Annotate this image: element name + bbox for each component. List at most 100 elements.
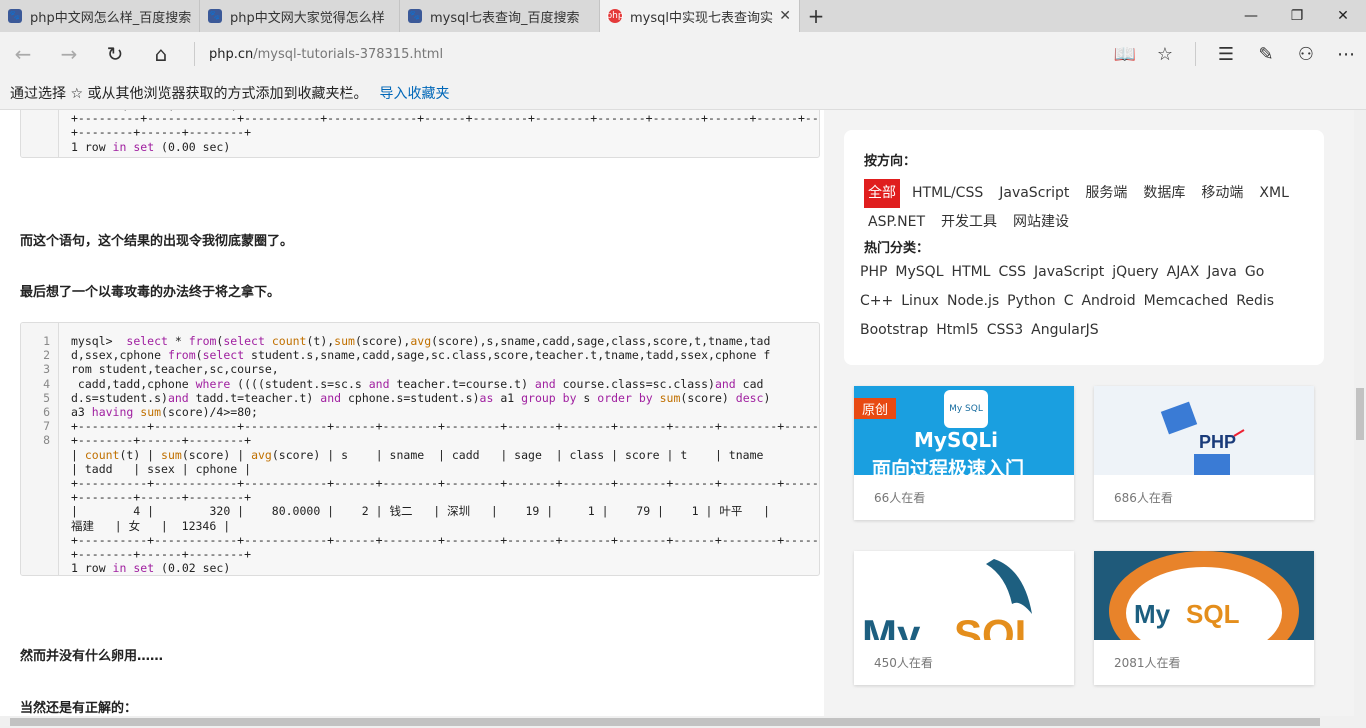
direction-tag[interactable]: HTML/CSS: [908, 179, 987, 208]
tab-title: php中文网怎么样_百度搜索: [30, 10, 191, 26]
hot-tag[interactable]: C: [1064, 287, 1074, 316]
hot-tag[interactable]: Android: [1081, 287, 1135, 316]
web-note-icon[interactable]: ✎: [1246, 32, 1286, 76]
hot-tag[interactable]: HTML: [952, 258, 991, 287]
code-line: 1 row in set (0.02 sec): [71, 561, 231, 576]
tab-title: mysql七表查询_百度搜索: [430, 10, 580, 26]
scrollbar-thumb[interactable]: [10, 718, 1320, 726]
address-bar[interactable]: php.cn/mysql-tutorials-378315.html: [194, 42, 1074, 66]
direction-tag[interactable]: 全部: [864, 179, 900, 208]
hot-tag[interactable]: AJAX: [1167, 258, 1200, 287]
mysql-dolphin-illustration: My SQL: [862, 559, 1040, 640]
direction-tag[interactable]: 开发工具: [937, 208, 1001, 237]
paragraph: 而这个语句，这个结果的出现令我彻底蒙圈了。: [20, 234, 294, 249]
tab-title: mysql中实现七表查询实: [630, 10, 773, 26]
maximize-button[interactable]: ❐: [1274, 0, 1320, 32]
refresh-button[interactable]: ↻: [92, 32, 138, 76]
code-line: +--------+------+--------+: [71, 125, 252, 140]
direction-tag[interactable]: 服务端: [1081, 179, 1131, 208]
course-card[interactable]: My SQL 450人在看: [854, 551, 1074, 685]
hot-tag[interactable]: Linux: [901, 287, 939, 316]
code-line: | tadd | ssex | cphone |: [71, 461, 252, 476]
close-window-button[interactable]: ✕: [1320, 0, 1366, 32]
svg-text:My: My: [862, 611, 921, 640]
tab-1[interactable]: 🐾 php中文网怎么样_百度搜索: [0, 0, 200, 32]
hub-icon[interactable]: ☰: [1206, 32, 1246, 76]
hot-tag[interactable]: PHP: [860, 258, 887, 287]
more-menu-icon[interactable]: ⋯: [1326, 32, 1366, 76]
course-title-line2: 面向过程极速入门: [872, 458, 1025, 475]
share-icon[interactable]: ⚇: [1286, 32, 1326, 76]
hot-tag[interactable]: JavaScript: [1034, 258, 1104, 287]
scrollbar-thumb[interactable]: [1356, 388, 1364, 440]
direction-tag[interactable]: XML: [1255, 179, 1292, 208]
direction-tag[interactable]: ASP.NET: [864, 208, 929, 237]
hot-tag[interactable]: C++: [860, 287, 893, 316]
hot-tag[interactable]: AngularJS: [1031, 316, 1098, 345]
code-line: | 4 | 320 | 80.0000 | 2 | 钱二 | 深圳 | 19 |…: [71, 504, 771, 519]
article-body: 福建 | 女 | 12346 | +---------+-------------…: [0, 110, 824, 716]
direction-tag[interactable]: 移动端: [1197, 179, 1247, 208]
direction-tags: 全部 HTML/CSS JavaScript 服务端 数据库 移动端 XML ASP.NET 开…: [864, 179, 1304, 237]
favorite-star-icon[interactable]: ☆: [1145, 32, 1185, 76]
line-number: 4: [43, 376, 50, 391]
forward-button[interactable]: →: [46, 32, 92, 76]
course-thumbnail: PHP: [1094, 386, 1314, 475]
new-tab-button[interactable]: +: [800, 0, 832, 32]
tab-title: php中文网大家觉得怎么样: [230, 10, 385, 26]
vertical-scrollbar[interactable]: [1354, 110, 1366, 716]
home-button[interactable]: ⌂: [138, 32, 184, 76]
back-button[interactable]: ←: [0, 32, 46, 76]
minimize-button[interactable]: —: [1228, 0, 1274, 32]
address-path: /mysql-tutorials-378315.html: [253, 46, 444, 62]
hot-tag[interactable]: Redis: [1236, 287, 1274, 316]
hot-tag[interactable]: Memcached: [1144, 287, 1229, 316]
hot-tag[interactable]: CSS: [998, 258, 1026, 287]
line-number: 3: [43, 362, 50, 377]
window-controls: — ❐ ✕: [1228, 0, 1366, 32]
course-thumbnail: 原创 My SQL MySQLi 面向过程极速入门: [854, 386, 1074, 475]
direction-tag[interactable]: JavaScript: [995, 179, 1073, 208]
import-favorites-link[interactable]: 导入收藏夹: [379, 83, 449, 103]
code-line: +---------+-------------+-----------+---…: [71, 111, 820, 126]
code-line: 福建 | 女 | 12346 |: [71, 518, 231, 533]
line-number: 8: [43, 433, 50, 448]
original-badge: 原创: [854, 398, 897, 419]
line-number: 1: [43, 334, 50, 348]
svg-text:PHP: PHP: [1199, 432, 1236, 452]
favorites-hint: 通过选择 ☆ 或从其他浏览器获取的方式添加到收藏夹栏。: [10, 85, 368, 102]
direction-tag[interactable]: 数据库: [1139, 179, 1189, 208]
hot-tag[interactable]: CSS3: [987, 316, 1023, 345]
code-line: +----------+------------+------------+--…: [71, 419, 820, 434]
tab-4-active[interactable]: php mysql中实现七表查询实 ✕: [600, 0, 800, 32]
hot-tag[interactable]: Html5: [936, 316, 978, 345]
reading-view-icon[interactable]: 📖: [1105, 32, 1145, 76]
baidu-paw-icon: 🐾: [8, 9, 22, 23]
course-card[interactable]: PHP 686人在看: [1094, 386, 1314, 520]
hot-tag[interactable]: Node.js: [947, 287, 999, 316]
hot-tag[interactable]: Python: [1007, 287, 1056, 316]
code-line: +----------+------------+------------+--…: [71, 532, 820, 547]
direction-tag[interactable]: 网站建设: [1009, 208, 1073, 237]
code-line: +--------+------+--------+: [71, 490, 252, 505]
course-card[interactable]: 原创 My SQL MySQLi 面向过程极速入门 66人在看: [854, 386, 1074, 520]
navigation-bar: ← → ↻ ⌂ php.cn/mysql-tutorials-378315.ht…: [0, 32, 1366, 76]
horizontal-scrollbar[interactable]: [0, 716, 1366, 728]
tab-2[interactable]: 🐾 php中文网大家觉得怎么样: [200, 0, 400, 32]
tab-3[interactable]: 🐾 mysql七表查询_百度搜索: [400, 0, 600, 32]
hot-tag[interactable]: Bootstrap: [860, 316, 928, 345]
line-number: 7: [43, 419, 50, 434]
hot-tag[interactable]: jQuery: [1112, 258, 1158, 287]
svg-text:SQL: SQL: [954, 611, 1040, 640]
hot-tag[interactable]: Java: [1207, 258, 1237, 287]
course-card[interactable]: My SQL 2081人在看: [1094, 551, 1314, 685]
mysql-logo: My SQL: [944, 390, 988, 428]
hot-tag[interactable]: Go: [1245, 258, 1264, 287]
direction-title: 按方向：: [864, 154, 917, 169]
paragraph: 然而并没有什么卵用……: [20, 649, 164, 664]
code-line: d.s=student.s)and tadd.t=teacher.t) and …: [71, 390, 771, 405]
code-line: mysql> select * from(select count(t),sum…: [71, 334, 771, 348]
hot-tag[interactable]: MySQL: [895, 258, 943, 287]
code-gutter: [21, 110, 59, 157]
close-tab-icon[interactable]: ✕: [779, 8, 791, 24]
